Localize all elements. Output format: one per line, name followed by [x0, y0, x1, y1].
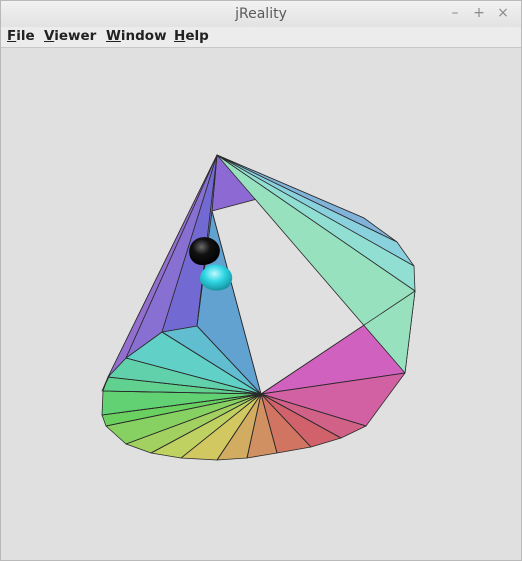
window-title: jReality — [235, 6, 287, 22]
title-bar[interactable]: jReality – + × — [1, 1, 521, 27]
close-icon[interactable]: × — [495, 5, 511, 21]
menu-bar: File Viewer Window Help — [1, 27, 521, 48]
menu-viewer[interactable]: Viewer — [44, 28, 96, 44]
menu-help[interactable]: Help — [174, 28, 209, 44]
menu-window[interactable]: Window — [106, 28, 167, 44]
colored-cone-mesh — [101, 154, 416, 461]
minimize-icon[interactable]: – — [447, 5, 463, 21]
3d-viewer-canvas[interactable] — [1, 48, 521, 560]
menu-file[interactable]: File — [7, 28, 35, 44]
app-window: jReality – + × File Viewer Window Help — [0, 0, 522, 561]
cone-scene — [101, 154, 416, 461]
maximize-icon[interactable]: + — [471, 5, 487, 21]
